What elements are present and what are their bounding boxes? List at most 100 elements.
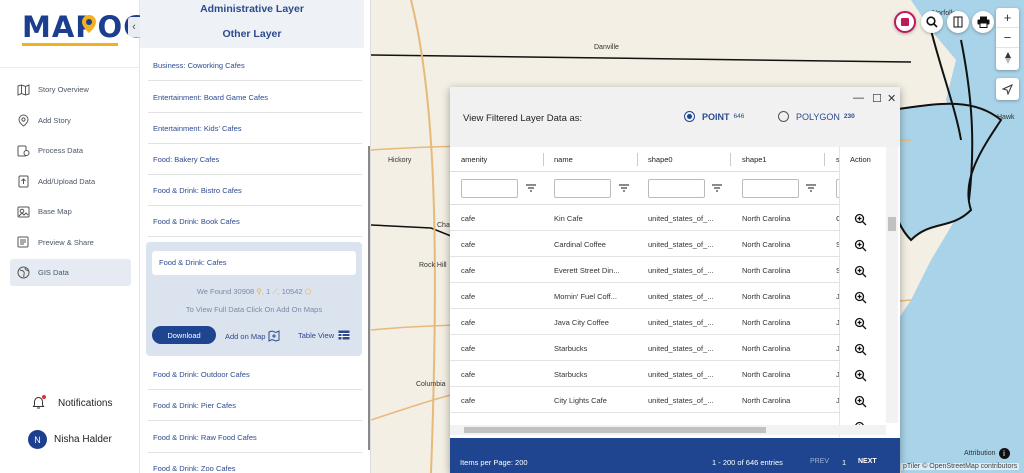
geolocate-button[interactable]: [996, 78, 1019, 100]
notifications-label: Notifications: [58, 397, 113, 409]
layer-item[interactable]: Food: Bakery Cafes: [148, 155, 362, 175]
cell-shape0: united_states_of_...: [648, 370, 714, 379]
filter-input-shape1[interactable]: [742, 179, 799, 198]
nav-item-base-map[interactable]: Base Map: [10, 198, 131, 225]
filter-icon[interactable]: [526, 184, 536, 192]
print-map-button[interactable]: [972, 11, 994, 33]
prev-page-button[interactable]: PREV: [810, 458, 829, 465]
column-separator[interactable]: [730, 153, 731, 166]
layer-item[interactable]: Food & Drink: Pier Cafes: [148, 401, 362, 421]
layer-item[interactable]: Food & Drink: Book Cafes: [148, 217, 362, 237]
next-page-button[interactable]: NEXT: [858, 458, 877, 465]
column-separator[interactable]: [637, 153, 638, 166]
compare-map-button[interactable]: [947, 11, 969, 33]
zoom-to-feature-icon[interactable]: [854, 265, 867, 278]
layer-item[interactable]: Food & Drink: Outdoor Cafes: [148, 370, 362, 390]
table-row[interactable]: cafe City Lights Cafe united_states_of_.…: [450, 387, 886, 413]
nav-label: Add/Upload Data: [38, 176, 96, 186]
download-button[interactable]: Download: [152, 326, 216, 344]
process-icon: [16, 144, 30, 158]
zoom-to-feature-icon[interactable]: [854, 317, 867, 330]
add-on-map-button[interactable]: Add on Map: [225, 330, 281, 342]
column-header[interactable]: shape0: [648, 155, 673, 164]
layer-item[interactable]: Food & Drink: Bistro Cafes: [148, 186, 362, 206]
nav-item-process-data[interactable]: Process Data: [10, 137, 131, 164]
zoom-to-feature-icon[interactable]: [854, 213, 867, 226]
layer-item[interactable]: Entertainment: Board Game Cafes: [148, 93, 362, 113]
selected-layer-name[interactable]: Food & Drink: Cafes: [152, 251, 356, 275]
filter-icon[interactable]: [712, 184, 722, 192]
layer-item[interactable]: Business: Coworking Cafes: [148, 61, 362, 81]
filter-icon[interactable]: [619, 184, 629, 192]
filter-input-amenity[interactable]: [461, 179, 518, 198]
layer-item[interactable]: Food & Drink: Raw Food Cafes: [148, 433, 362, 453]
map-credit: pTiler © OpenStreetMap contributors: [901, 463, 1020, 470]
plus-icon: +: [1003, 10, 1012, 25]
table-row[interactable]: cafe Starbucks united_states_of_... Nort…: [450, 335, 886, 361]
zoom-to-feature-icon[interactable]: [854, 343, 867, 356]
globe-icon: [16, 266, 30, 280]
minimize-button[interactable]: —: [853, 92, 864, 104]
attribution-label: Attribution: [964, 450, 996, 457]
table-horizontal-scrollbar[interactable]: [450, 425, 886, 435]
table-row[interactable]: cafe Cardinal Coffee united_states_of_..…: [450, 231, 886, 257]
zoom-out-button[interactable]: −: [996, 28, 1019, 48]
zoom-to-feature-icon[interactable]: [854, 369, 867, 382]
scrollbar-thumb[interactable]: [888, 217, 896, 231]
scrollbar-thumb[interactable]: [464, 427, 766, 433]
table-vertical-scrollbar[interactable]: [886, 147, 898, 423]
panel-scrollbar[interactable]: [368, 146, 370, 450]
column-header[interactable]: shape1: [742, 155, 767, 164]
table-row[interactable]: cafe Java City Coffee united_states_of_.…: [450, 309, 886, 335]
administrative-layer-tab[interactable]: Administrative Layer: [140, 3, 364, 15]
nav-item-add-upload-data[interactable]: Add/Upload Data: [10, 168, 131, 195]
column-header[interactable]: name: [554, 155, 573, 164]
nav-item-add-story[interactable]: Add Story: [10, 107, 131, 134]
filter-input-name[interactable]: [554, 179, 611, 198]
collapse-sidebar-button[interactable]: ‹: [128, 17, 140, 37]
preview-icon: [16, 235, 30, 249]
items-per-page[interactable]: Items per Page: 200: [460, 458, 528, 467]
point-radio[interactable]: POINT 646: [684, 111, 744, 122]
cell-shape1: North Carolina: [742, 344, 791, 353]
table-row[interactable]: cafe Everett Street Din... united_states…: [450, 257, 886, 283]
search-map-button[interactable]: [921, 11, 943, 33]
cell-shape0: united_states_of_...: [648, 318, 714, 327]
notifications-button[interactable]: Notifications: [32, 395, 113, 410]
other-layer-tab[interactable]: Other Layer: [140, 28, 364, 40]
reset-bearing-button[interactable]: [996, 48, 1019, 68]
cell-amenity: cafe: [461, 344, 476, 353]
nav-label: GIS Data: [38, 268, 69, 277]
filter-row: [450, 172, 886, 205]
layer-style-button[interactable]: [894, 11, 916, 33]
polygon-type-icon: ⬠: [304, 287, 312, 296]
polygon-radio[interactable]: POLYGON 230: [778, 111, 855, 122]
user-name: Nisha Halder: [54, 434, 112, 445]
filter-input-shape0[interactable]: [648, 179, 705, 198]
zoom-to-feature-icon[interactable]: [854, 395, 867, 408]
layer-item[interactable]: Entertainment: Kids' Cafes: [148, 124, 362, 144]
table-row[interactable]: cafe Kin Cafe united_states_of_... North…: [450, 205, 886, 231]
attribution-toggle[interactable]: Attribution i: [964, 448, 1010, 459]
logo[interactable]: MAPOG: [0, 0, 147, 68]
column-separator[interactable]: [543, 153, 544, 166]
table-row[interactable]: cafe Starbucks united_states_of_... Nort…: [450, 361, 886, 387]
nav-label: Preview & Share: [38, 237, 94, 247]
place-label: Hickory: [388, 157, 412, 164]
cell-shape0: united_states_of_...: [648, 292, 714, 301]
maximize-button[interactable]: ☐: [872, 92, 882, 105]
nav-item-gis-data[interactable]: GIS Data: [10, 259, 131, 286]
layer-item[interactable]: Food & Drink: Zoo Cafes: [148, 464, 362, 473]
table-row[interactable]: cafe Mornin' Fuel Coff... united_states_…: [450, 283, 886, 309]
nav-item-story-overview[interactable]: Story Overview: [10, 76, 131, 103]
zoom-to-feature-icon[interactable]: [854, 239, 867, 252]
zoom-in-button[interactable]: +: [996, 8, 1019, 28]
column-separator[interactable]: [824, 153, 825, 166]
close-button[interactable]: ✕: [887, 92, 896, 105]
table-view-button[interactable]: Table View: [298, 330, 350, 340]
user-profile[interactable]: N Nisha Halder: [28, 430, 112, 449]
filter-icon[interactable]: [806, 184, 816, 192]
column-header[interactable]: amenity: [461, 155, 487, 164]
nav-item-preview-share[interactable]: Preview & Share: [10, 229, 131, 256]
zoom-to-feature-icon[interactable]: [854, 291, 867, 304]
